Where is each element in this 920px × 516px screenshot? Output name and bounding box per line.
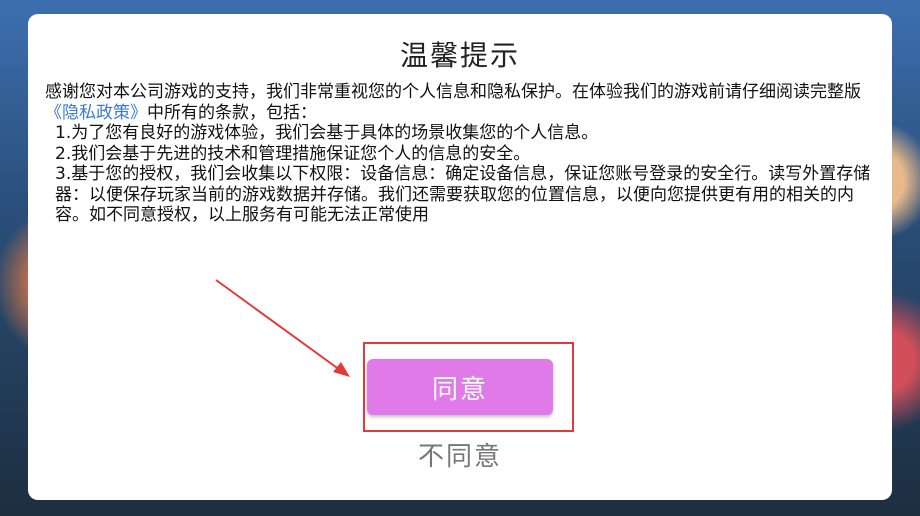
dialog-title: 温馨提示 xyxy=(399,39,520,72)
intro-text-tail: 中所有的条款，包括： xyxy=(147,102,317,123)
terms-item-2: 2.我们会基于先进的技术和管理措施保证您个人的信息的安全。 xyxy=(55,143,531,164)
agree-button[interactable]: 同意 xyxy=(367,359,553,415)
terms-item-1: 1.为了您有良好的游戏体验，我们会基于具体的场景收集您的个人信息。 xyxy=(55,123,599,143)
intro-text: 感谢您对本公司游戏的支持，我们非常重视您的个人信息和隐私保护。在体验我们的游戏前… xyxy=(45,82,861,102)
terms-item-3: 3.基于您的授权，我们会收集以下权限：设备信息：确定设备信息，保证您账号登录的安… xyxy=(55,164,871,225)
disagree-button[interactable]: 不同意 xyxy=(28,436,892,473)
privacy-dialog: 温馨提示 感谢您对本公司游戏的支持，我们非常重视您的个人信息和隐私保护。在体验我… xyxy=(28,14,892,500)
intro-paragraph: 感谢您对本公司游戏的支持，我们非常重视您的个人信息和隐私保护。在体验我们的游戏前… xyxy=(45,82,881,123)
dialog-body: 感谢您对本公司游戏的支持，我们非常重视您的个人信息和隐私保护。在体验我们的游戏前… xyxy=(45,82,881,226)
privacy-policy-link[interactable]: 《隐私政策》 xyxy=(45,103,147,123)
